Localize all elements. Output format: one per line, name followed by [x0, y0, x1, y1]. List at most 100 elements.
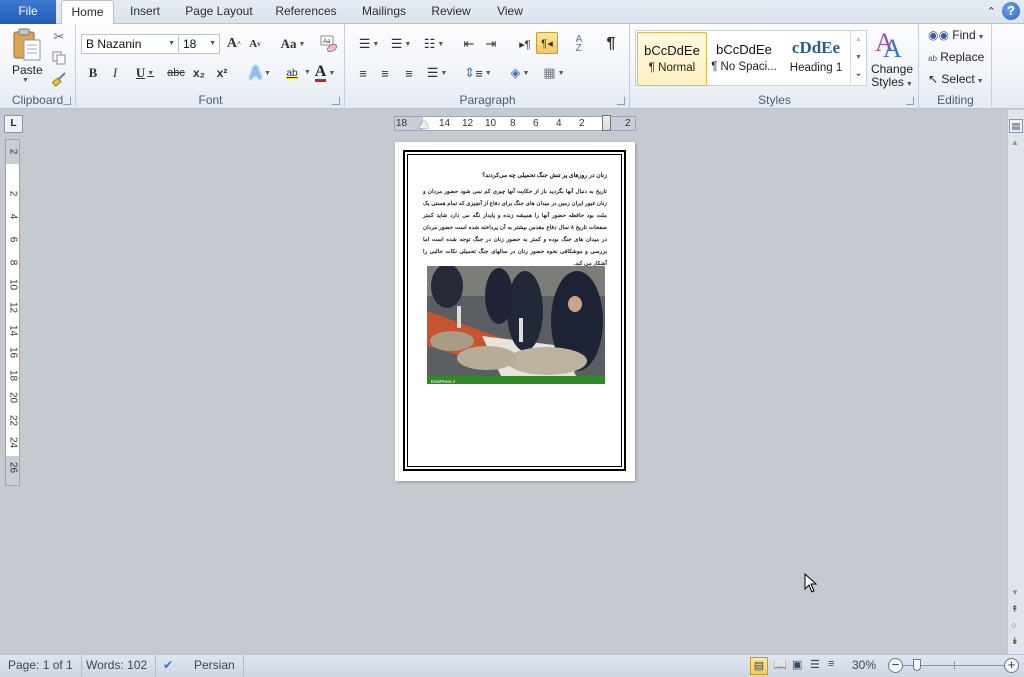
help-button[interactable]: ? — [1002, 2, 1020, 20]
clipboard-dialog-launcher[interactable] — [63, 97, 71, 105]
tab-selector[interactable]: L — [4, 115, 23, 133]
format-painter-button[interactable] — [50, 70, 68, 88]
draft-view-button[interactable]: ≡ — [828, 658, 834, 670]
page-count[interactable]: Page: 1 of 1 — [0, 655, 82, 677]
vertical-scrollbar[interactable]: ▤ ▲ ▼ ↟ ○ ↡ — [1007, 110, 1024, 654]
proofing-status[interactable]: ✔ — [155, 655, 189, 677]
left-indent-marker[interactable] — [419, 120, 429, 128]
find-button[interactable]: ◉◉ Find ▼ — [928, 28, 985, 42]
line-spacing-button[interactable]: ⇕ ≡ ▼ — [464, 64, 492, 82]
document-image[interactable]: DasiPress.ir — [427, 266, 605, 384]
web-layout-button[interactable]: ▣ — [792, 658, 802, 671]
select-button[interactable]: ↖ Select ▼ — [928, 72, 984, 86]
vertical-ruler[interactable]: 2 2 4 6 8 10 12 14 16 18 20 22 24 26 — [5, 139, 20, 486]
paste-dropdown[interactable]: ▼ — [22, 77, 29, 84]
ruler-tick-label: 12 — [7, 301, 19, 314]
font-size-combobox[interactable]: 18 ▼ — [178, 34, 220, 54]
borders-button[interactable]: ▦ ▼ — [540, 64, 568, 82]
zoom-level[interactable]: 30% — [852, 655, 876, 675]
tab-insert[interactable]: Insert — [120, 0, 170, 24]
underline-button[interactable]: U ▼ — [131, 64, 159, 82]
word-count[interactable]: Words: 102 — [78, 655, 157, 677]
text-effects-button[interactable]: A ▼ — [245, 63, 275, 83]
scroll-down-button[interactable]: ▼ — [1011, 588, 1019, 597]
scroll-up-button[interactable]: ▲ — [1011, 138, 1019, 147]
paste-button[interactable] — [8, 27, 46, 63]
rtl-button[interactable]: ¶◂ — [536, 32, 558, 54]
replace-button[interactable]: ab Replace — [928, 50, 984, 64]
zoom-slider-thumb[interactable] — [913, 659, 921, 671]
tab-references[interactable]: References — [270, 0, 342, 24]
zoom-out-button[interactable]: − — [888, 658, 903, 673]
paintbrush-icon — [51, 72, 66, 87]
clear-formatting-button[interactable]: Aa — [319, 34, 339, 54]
style-preview: cDdEe — [791, 38, 841, 57]
superscript-button[interactable]: x² — [212, 64, 232, 82]
ltr-button[interactable]: ▸¶ — [516, 35, 534, 53]
outline-view-button[interactable]: ☰ — [810, 658, 820, 671]
change-styles-button[interactable]: AA — [871, 26, 911, 60]
view-ruler-button[interactable]: ▤ — [1009, 119, 1023, 133]
ruler-tick-label: 10 — [7, 278, 19, 291]
align-left-button[interactable]: ≡ — [354, 64, 372, 82]
horizontal-ruler[interactable]: 18 14 12 10 8 6 4 2 2 — [394, 115, 636, 131]
previous-page-button[interactable]: ↟ — [1011, 604, 1019, 615]
grow-font-button[interactable]: A ^ — [225, 35, 243, 53]
italic-button[interactable]: I — [107, 64, 123, 82]
select-browse-object-button[interactable]: ○ — [1011, 620, 1016, 630]
gallery-down-button[interactable]: ▼ — [851, 49, 866, 67]
tab-file[interactable]: File — [0, 0, 56, 24]
strikethrough-button[interactable]: abc — [165, 64, 187, 82]
strikethrough-icon: abc — [167, 67, 185, 79]
right-indent-marker[interactable] — [602, 115, 611, 131]
font-name-combobox[interactable]: B Nazanin ▼ — [81, 34, 179, 54]
styles-dialog-launcher[interactable] — [906, 97, 914, 105]
tab-view[interactable]: View — [488, 0, 532, 24]
full-screen-reading-button[interactable]: 📖 — [773, 658, 787, 671]
paragraph-dialog-launcher[interactable] — [617, 97, 625, 105]
center-button[interactable]: ≡ — [376, 64, 394, 82]
tab-home[interactable]: Home — [61, 0, 114, 25]
ruler-tick-label: 2 — [7, 148, 19, 155]
style-no-spacing[interactable]: bCcDdEe ¶ No Spaci... — [709, 32, 779, 86]
document-page[interactable]: زنان در روزهای پر تنش جنگ تحمیلی چه می‌ک… — [395, 142, 635, 481]
binoculars-icon: ◉◉ — [928, 28, 949, 42]
document-heading[interactable]: زنان در روزهای پر تنش جنگ تحمیلی چه می‌ک… — [423, 172, 607, 179]
style-normal[interactable]: bCcDdEe ¶ Normal — [637, 32, 707, 86]
tab-mailings[interactable]: Mailings — [355, 0, 413, 24]
print-layout-view-button[interactable]: ▤ — [750, 657, 768, 675]
gallery-up-button[interactable]: ▲ — [851, 31, 866, 49]
line-spacing-icon: ⇕ — [464, 65, 476, 80]
decrease-indent-button[interactable]: ⇤ — [460, 35, 478, 53]
minimize-ribbon-button[interactable]: ⌃ — [987, 5, 996, 18]
sort-button[interactable]: AZ — [568, 34, 590, 54]
numbering-button[interactable]: ☰ ▼ — [388, 35, 414, 53]
cut-button[interactable]: ✂ — [50, 28, 68, 46]
subscript-button[interactable]: x₂ — [189, 64, 209, 82]
tab-page-layout[interactable]: Page Layout — [180, 0, 258, 24]
increase-indent-button[interactable]: ⇥ — [482, 35, 500, 53]
gallery-more-button[interactable]: ⏷ — [851, 67, 866, 85]
font-color-button[interactable]: A ▼ — [311, 63, 339, 83]
language-indicator[interactable]: Persian — [186, 655, 244, 677]
next-page-button[interactable]: ↡ — [1011, 636, 1019, 647]
highlight-dropdown[interactable]: ▼ — [304, 69, 311, 76]
bold-button[interactable]: B — [85, 64, 101, 82]
shading-button[interactable]: ◈ ▼ — [506, 64, 534, 82]
font-dialog-launcher[interactable] — [332, 97, 340, 105]
shrink-font-button[interactable]: Av — [247, 35, 263, 53]
show-formatting-marks-button[interactable]: ¶ — [602, 34, 620, 54]
bullets-button[interactable]: ☰ ▼ — [356, 35, 382, 53]
copy-button[interactable] — [50, 49, 68, 67]
tab-review[interactable]: Review — [425, 0, 477, 24]
zoom-in-button[interactable]: + — [1004, 658, 1019, 673]
change-case-button[interactable]: Aa ▼ — [279, 35, 307, 53]
document-body-text[interactable]: تاریخ به دنبال آنها بگردید باز از حکایت … — [423, 186, 607, 270]
style-heading-1[interactable]: cDdEe Heading 1 — [781, 32, 851, 86]
multilevel-list-button[interactable]: ☷ ▼ — [420, 35, 448, 53]
align-right-button[interactable]: ≡ — [400, 64, 418, 82]
ruler-tick-label: 22 — [7, 414, 19, 427]
highlight-button[interactable]: ab — [277, 63, 307, 83]
ruler-tick-label: 18 — [7, 369, 19, 382]
justify-button[interactable]: ☰ ▼ — [424, 64, 450, 82]
